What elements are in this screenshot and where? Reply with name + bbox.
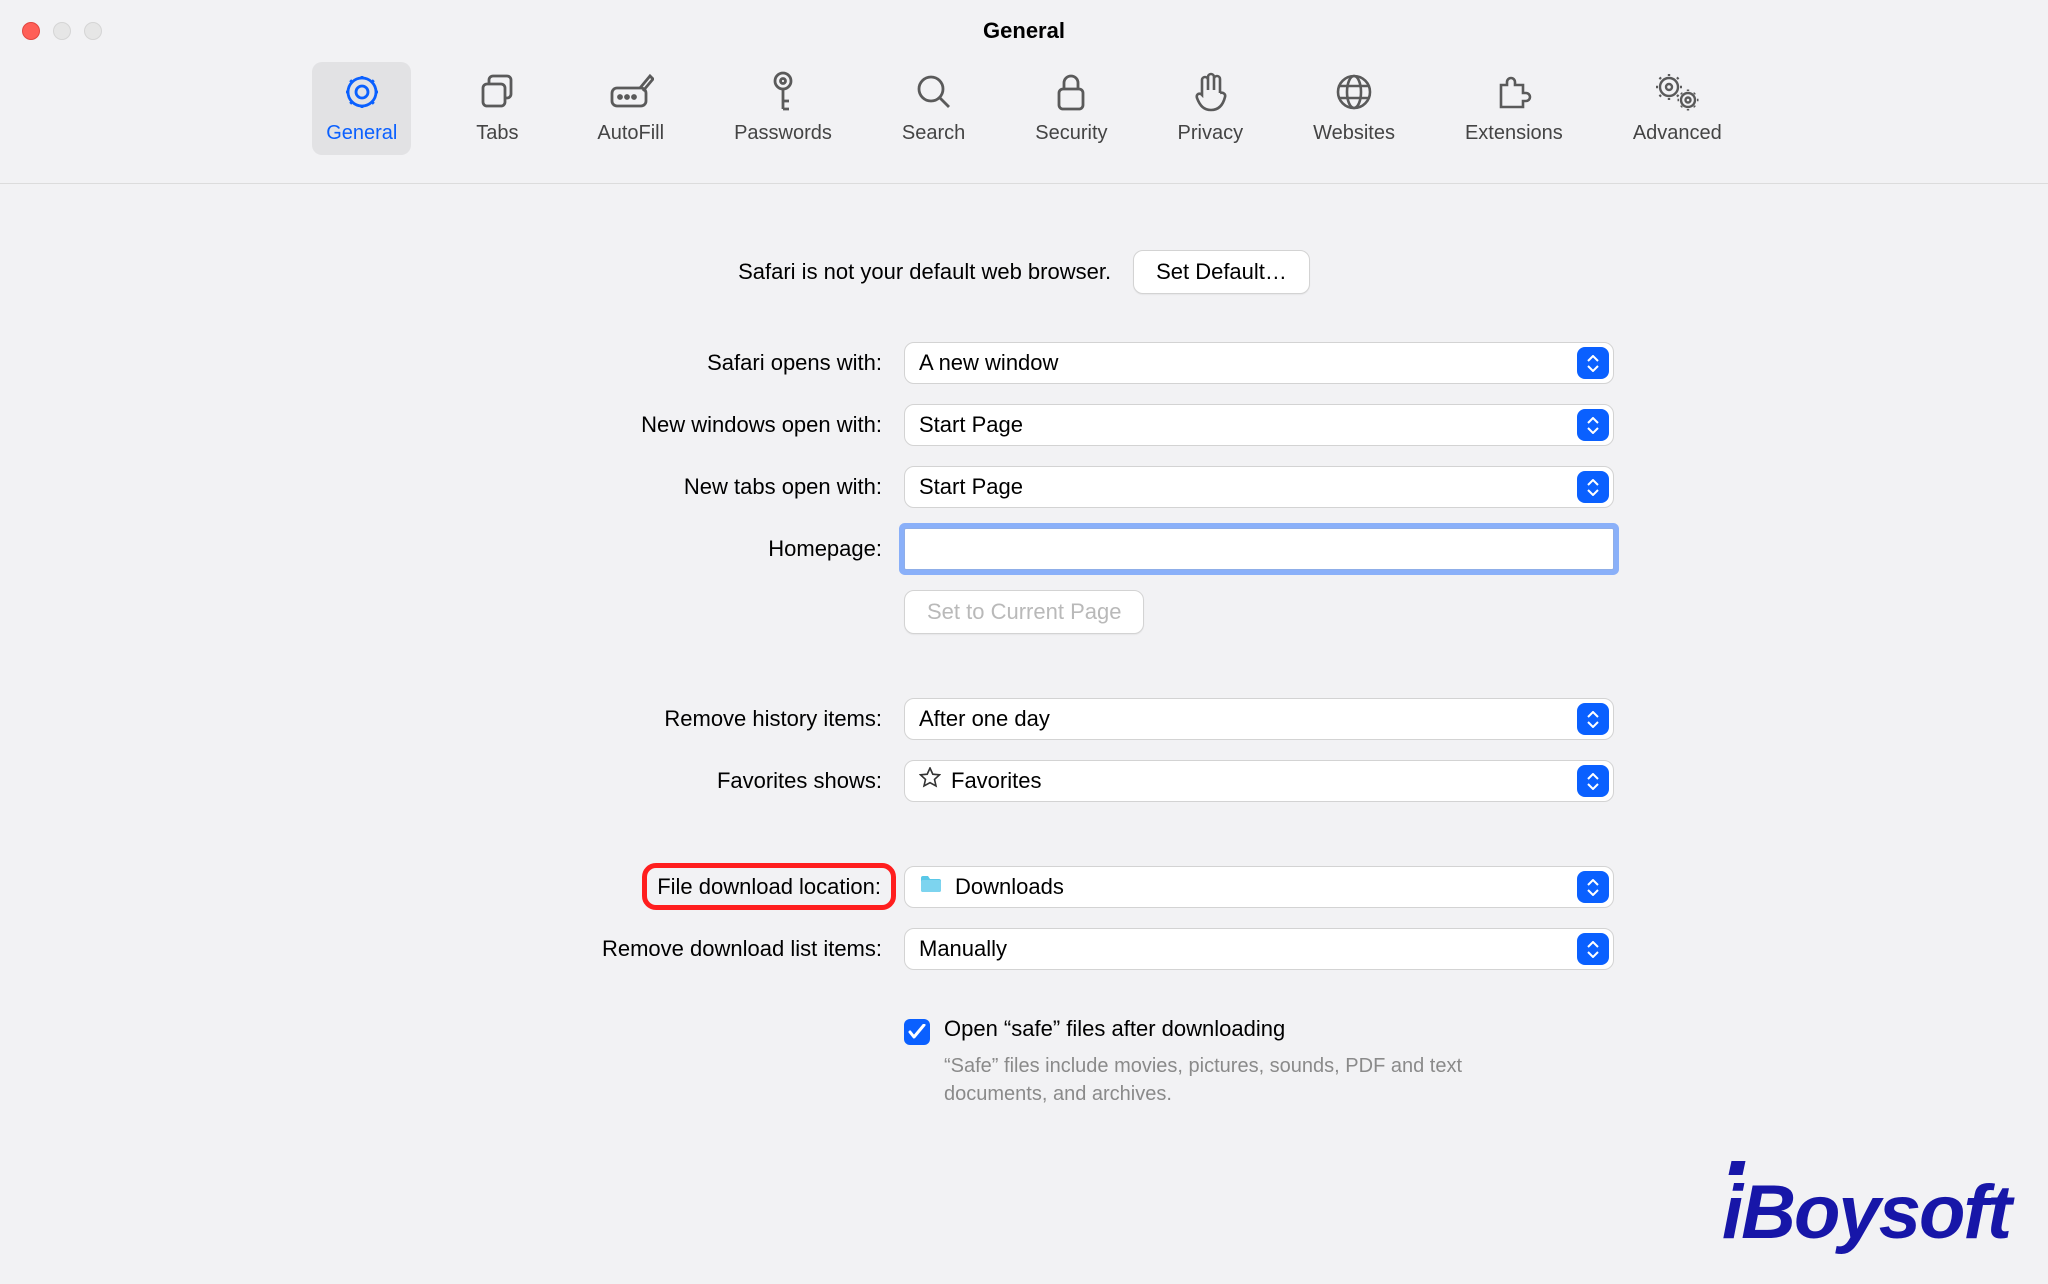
gears-icon (1654, 70, 1700, 114)
key-icon (768, 70, 798, 114)
general-pane: Safari is not your default web browser. … (0, 210, 2048, 1128)
opens-with-label: Safari opens with: (434, 350, 904, 376)
open-safe-label: Open “safe” files after downloading (944, 1016, 1504, 1042)
passwords-tab[interactable]: Passwords (720, 62, 846, 155)
advanced-tab[interactable]: Advanced (1619, 62, 1736, 155)
download-location-label: File download location: (642, 863, 896, 910)
window-title: General (0, 18, 2048, 44)
opens-with-popup[interactable]: A new window (904, 342, 1614, 384)
general-tab[interactable]: General (312, 62, 411, 155)
search-icon (914, 70, 954, 114)
tab-label: Websites (1313, 122, 1395, 145)
remove-history-popup[interactable]: After one day (904, 698, 1614, 740)
tab-label: Extensions (1465, 122, 1563, 145)
hand-icon (1192, 70, 1228, 114)
globe-icon (1334, 70, 1374, 114)
tab-label: Privacy (1178, 122, 1244, 145)
privacy-tab[interactable]: Privacy (1164, 62, 1258, 155)
default-browser-row: Safari is not your default web browser. … (738, 250, 1310, 294)
autofill-tab[interactable]: AutoFill (583, 62, 678, 155)
homepage-label: Homepage: (434, 536, 904, 562)
new-tabs-popup[interactable]: Start Page (904, 466, 1614, 508)
preferences-toolbar: General Tabs AutoFill (0, 62, 2048, 184)
watermark-logo: iBoysoft (1722, 1169, 2010, 1256)
set-default-button[interactable]: Set Default… (1133, 250, 1310, 294)
remove-download-list-popup[interactable]: Manually (904, 928, 1614, 970)
tab-label: Passwords (734, 122, 832, 145)
chevrons-icon (1577, 471, 1609, 503)
star-icon (919, 767, 941, 795)
extensions-tab[interactable]: Extensions (1451, 62, 1577, 155)
popup-value: A new window (919, 350, 1599, 376)
tab-label: Security (1035, 122, 1107, 145)
security-tab[interactable]: Security (1021, 62, 1121, 155)
open-safe-checkbox[interactable] (904, 1019, 930, 1045)
search-tab[interactable]: Search (888, 62, 979, 155)
homepage-input[interactable] (904, 528, 1614, 570)
tabs-icon (477, 70, 517, 114)
download-location-popup[interactable]: Downloads (904, 866, 1614, 908)
open-safe-note: “Safe” files include movies, pictures, s… (944, 1052, 1504, 1108)
new-tabs-label: New tabs open with: (434, 474, 904, 500)
folder-icon (919, 874, 943, 900)
remove-download-list-label: Remove download list items: (434, 936, 904, 962)
popup-value: Manually (919, 936, 1599, 962)
popup-value: Start Page (919, 474, 1599, 500)
chevrons-icon (1577, 765, 1609, 797)
tab-label: AutoFill (597, 122, 664, 145)
popup-value: Start Page (919, 412, 1599, 438)
favorites-shows-popup[interactable]: Favorites (904, 760, 1614, 802)
pencil-field-icon (608, 70, 654, 114)
tab-label: Advanced (1633, 122, 1722, 145)
lock-icon (1054, 70, 1088, 114)
tab-label: Tabs (476, 122, 518, 145)
set-to-current-page-button[interactable]: Set to Current Page (904, 590, 1144, 634)
favorites-shows-label: Favorites shows: (434, 768, 904, 794)
popup-value: After one day (919, 706, 1599, 732)
chevrons-icon (1577, 703, 1609, 735)
popup-value: Downloads (955, 874, 1599, 900)
remove-history-label: Remove history items: (434, 706, 904, 732)
chevrons-icon (1577, 347, 1609, 379)
chevrons-icon (1577, 409, 1609, 441)
tab-label: General (326, 122, 397, 145)
default-browser-message: Safari is not your default web browser. (738, 259, 1111, 285)
puzzle-icon (1493, 70, 1535, 114)
gear-icon (342, 70, 382, 114)
popup-value: Favorites (951, 768, 1599, 794)
websites-tab[interactable]: Websites (1299, 62, 1409, 155)
chevrons-icon (1577, 871, 1609, 903)
new-windows-label: New windows open with: (434, 412, 904, 438)
tab-label: Search (902, 122, 965, 145)
tabs-tab[interactable]: Tabs (453, 62, 541, 155)
chevrons-icon (1577, 933, 1609, 965)
new-windows-popup[interactable]: Start Page (904, 404, 1614, 446)
